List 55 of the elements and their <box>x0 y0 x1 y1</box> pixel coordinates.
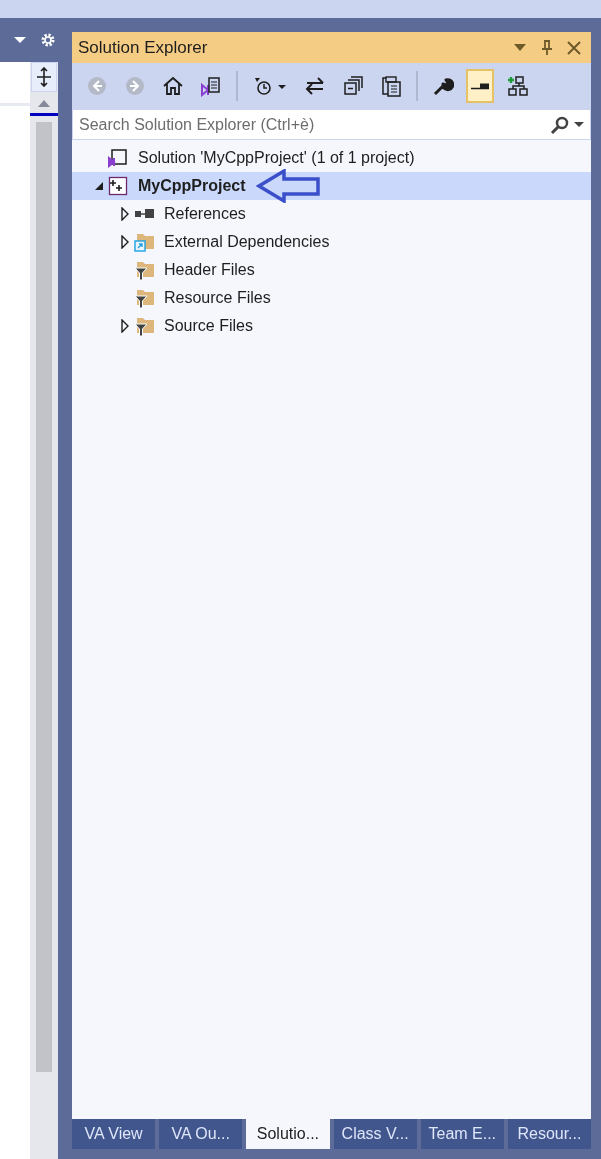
folder-link-icon <box>134 231 156 253</box>
project-icon <box>108 176 128 196</box>
copy-pages-icon <box>380 75 402 97</box>
tab[interactable]: Team E... <box>420 1119 504 1149</box>
collapsed-arrow-icon[interactable] <box>120 207 130 221</box>
annotation-arrow <box>255 169 322 203</box>
panel-title: Solution Explorer <box>78 36 209 59</box>
search-icon[interactable] <box>550 114 570 135</box>
tab[interactable]: Resour... <box>507 1119 592 1149</box>
dropdown-caret-icon[interactable] <box>574 120 584 129</box>
pin-icon[interactable] <box>541 39 553 56</box>
tree-item[interactable]: Solution 'MyCppProject' (1 of 1 project) <box>72 144 591 172</box>
diagram-icon <box>506 75 528 97</box>
collapse-all-icon <box>342 75 364 97</box>
tab[interactable]: Solutio... <box>246 1119 330 1149</box>
tree-item-label: Source Files <box>164 316 253 336</box>
solution-icon <box>108 148 128 168</box>
collapsed-arrow-icon[interactable] <box>120 319 130 333</box>
tree-item[interactable]: MyCppProject <box>72 172 591 200</box>
home-icon <box>162 75 184 97</box>
scroll-up-icon[interactable] <box>37 98 51 108</box>
filter-folder-icon <box>134 287 156 309</box>
split-button[interactable] <box>31 62 57 92</box>
preview-pane-icon <box>470 82 490 90</box>
expanded-arrow-icon[interactable] <box>94 181 104 191</box>
clock-icon <box>252 75 288 97</box>
search-box[interactable]: Search Solution Explorer (Ctrl+è) <box>72 109 591 140</box>
dropdown-caret-icon[interactable] <box>14 36 26 44</box>
filter-folder-icon <box>134 259 156 281</box>
tree-item[interactable]: Header Files <box>72 256 591 284</box>
close-icon[interactable] <box>567 40 581 55</box>
tab[interactable]: VA View <box>72 1119 156 1149</box>
tree-item[interactable]: Source Files <box>72 312 591 340</box>
tree-item-label: External Dependencies <box>164 232 330 252</box>
tree-item-label: References <box>164 204 246 224</box>
two-way-arrows-icon <box>304 75 326 97</box>
tree-item[interactable]: Resource Files <box>72 284 591 312</box>
search-field[interactable]: Search Solution Explorer (Ctrl+è) <box>79 112 550 137</box>
dropdown-caret-icon[interactable] <box>513 42 527 53</box>
toolbar-button[interactable] <box>466 69 494 103</box>
tree-item-label: MyCppProject <box>138 176 246 196</box>
tree-item[interactable]: References <box>72 200 591 228</box>
filter-folder-icon <box>134 315 156 337</box>
scrollbar-thumb[interactable] <box>36 122 52 1072</box>
tab[interactable]: Class V... <box>333 1119 417 1149</box>
tab[interactable]: VA Ou... <box>159 1119 243 1149</box>
settings-icon[interactable] <box>40 32 56 48</box>
collapsed-arrow-icon[interactable] <box>120 235 130 249</box>
tree-item-label: Resource Files <box>164 288 271 308</box>
wrench-icon <box>432 75 454 97</box>
document-icon <box>200 75 222 97</box>
split-icon <box>36 67 52 87</box>
tree-item-label: Header Files <box>164 260 255 280</box>
tree-item[interactable]: External Dependencies <box>72 228 591 256</box>
tree-item-label: Solution 'MyCppProject' (1 of 1 project) <box>138 148 415 168</box>
